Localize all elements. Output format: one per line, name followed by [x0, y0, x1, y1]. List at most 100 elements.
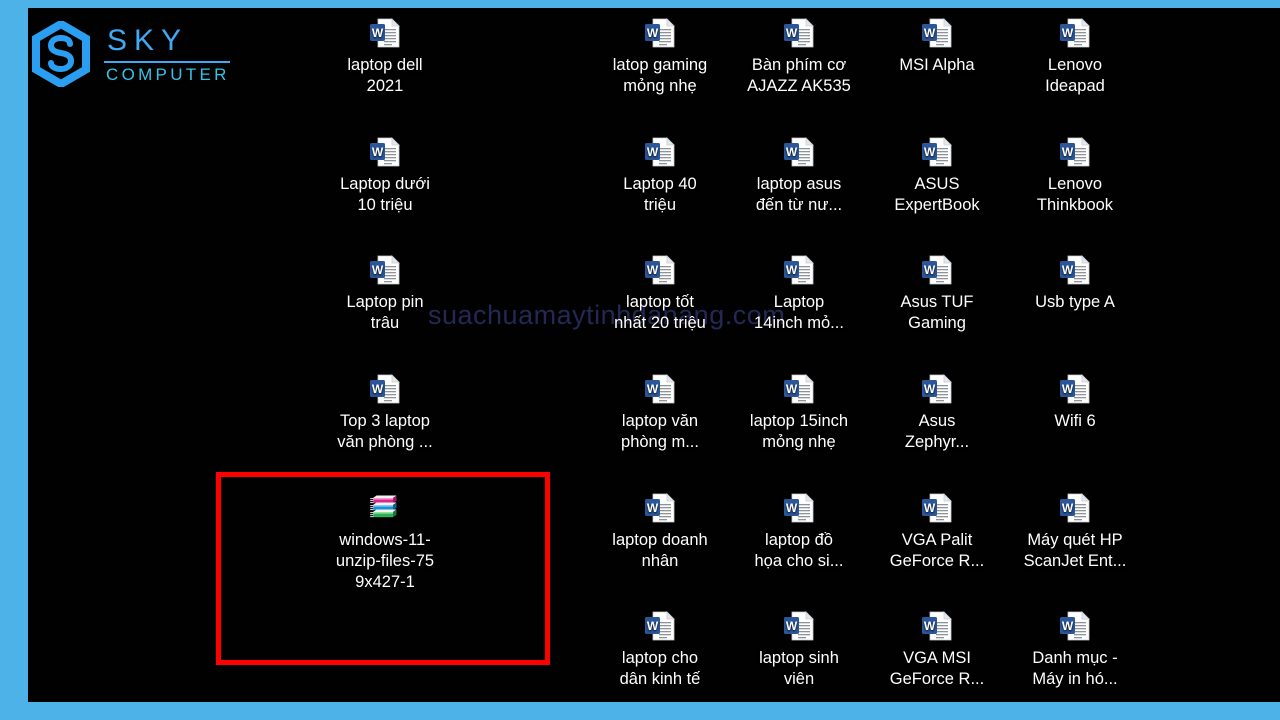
- desktop-icon-label: laptop cho dân kinh tế: [619, 649, 701, 688]
- word-doc-icon: W: [643, 16, 677, 50]
- desktop-icon-asus-tuf-gaming[interactable]: W Asus TUF Gaming: [875, 253, 999, 334]
- desktop-icon-label: laptop đồ họa cho si...: [754, 531, 844, 570]
- word-doc-icon: W: [368, 135, 402, 169]
- svg-text:W: W: [1062, 501, 1074, 515]
- svg-text:W: W: [924, 263, 936, 277]
- desktop-icon-ban-phim-co-ajazz-ak535[interactable]: W Bàn phím cơ AJAZZ AK535: [737, 16, 861, 97]
- desktop-icon-top-3-laptop-van-phong[interactable]: W Top 3 laptop văn phòng ...: [323, 372, 447, 453]
- desktop-icon-laptop-do-hoa-cho-si[interactable]: Wlaptop đồ họa cho si...: [737, 491, 861, 572]
- word-doc-icon: W: [920, 135, 954, 169]
- word-doc-icon: W: [368, 16, 402, 50]
- desktop-icon-msi-alpha[interactable]: W MSI Alpha: [875, 16, 999, 76]
- brand-line-computer: COMPUTER: [106, 64, 230, 84]
- desktop-icon-label: laptop doanh nhân: [612, 531, 708, 570]
- brand-divider: [104, 60, 230, 63]
- desktop-icon-laptop-van-phong-m[interactable]: Wlaptop văn phòng m...: [598, 372, 722, 453]
- desktop-icon-label: Bàn phím cơ AJAZZ AK535: [747, 56, 851, 95]
- desktop-icon-label: Laptop dưới 10 triệu: [340, 175, 430, 214]
- desktop-icon-label: laptop tốt nhất 20 triệu: [614, 293, 706, 332]
- desktop-icon-label: laptop 15inch mỏng nhẹ: [749, 412, 849, 451]
- desktop-icon-laptop-sinh-vien[interactable]: Wlaptop sinh viên: [737, 609, 861, 690]
- word-doc-icon: W: [643, 372, 677, 406]
- svg-text:W: W: [786, 145, 798, 159]
- desktop-icon-usb-type-a[interactable]: W Usb type A: [1013, 253, 1137, 313]
- desktop-icon-laptop-dell-2021[interactable]: Wlaptop dell 2021: [323, 16, 447, 97]
- svg-text:W: W: [647, 26, 659, 40]
- svg-text:W: W: [647, 145, 659, 159]
- desktop-icon-label: Laptop pin trâu: [346, 293, 424, 332]
- desktop-icon-label: laptop văn phòng m...: [621, 412, 699, 451]
- svg-text:W: W: [1062, 26, 1074, 40]
- word-doc-icon: W: [920, 372, 954, 406]
- word-doc-icon: W: [782, 491, 816, 525]
- word-doc-icon: W: [782, 16, 816, 50]
- desktop-icon-label: Top 3 laptop văn phòng ...: [337, 412, 433, 451]
- red-highlight-box: [216, 472, 550, 665]
- svg-text:W: W: [1062, 382, 1074, 396]
- word-doc-icon: W: [1058, 135, 1092, 169]
- desktop-icon-lenovo-thinkbook[interactable]: W Lenovo Thinkbook: [1013, 135, 1137, 216]
- svg-text:W: W: [647, 263, 659, 277]
- svg-text:W: W: [647, 382, 659, 396]
- word-doc-icon: W: [643, 253, 677, 287]
- desktop-icon-asus-expertbook[interactable]: W ASUS ExpertBook: [875, 135, 999, 216]
- windows-desktop[interactable]: SKY COMPUTER suachuamaytinhdanang.com Wl…: [28, 8, 1280, 702]
- desktop-icon-label: ASUS ExpertBook: [894, 175, 980, 214]
- desktop-icon-label: laptop sinh viên: [759, 649, 839, 688]
- desktop-icon-laptop-15inch-mong-nhe[interactable]: Wlaptop 15inch mỏng nhẹ: [737, 372, 861, 453]
- desktop-icon-lenovo-ideapad[interactable]: W Lenovo Ideapad: [1013, 16, 1137, 97]
- word-doc-icon: W: [1058, 253, 1092, 287]
- svg-text:W: W: [786, 382, 798, 396]
- svg-text:W: W: [372, 145, 384, 159]
- desktop-icon-laptop-cho-dan-kinh-te[interactable]: Wlaptop cho dân kinh tế: [598, 609, 722, 690]
- svg-text:W: W: [647, 501, 659, 515]
- word-doc-icon: W: [782, 372, 816, 406]
- desktop-icon-label: Usb type A: [1035, 293, 1115, 311]
- desktop-icon-latop-gaming-mong-nhe[interactable]: Wlatop gaming mỏng nhẹ: [598, 16, 722, 97]
- desktop-icon-wifi-6[interactable]: W Wifi 6: [1013, 372, 1137, 432]
- desktop-icon-label: Asus Zephyr...: [904, 412, 970, 451]
- desktop-icon-vga-palit-geforce-r[interactable]: W VGA Palit GeForce R...: [875, 491, 999, 572]
- svg-text:W: W: [786, 619, 798, 633]
- desktop-icon-laptop-40-trieu[interactable]: W Laptop 40 triệu: [598, 135, 722, 216]
- desktop-icon-danh-muc-may-in-ho[interactable]: W Danh mục - Máy in hó...: [1013, 609, 1137, 690]
- word-doc-icon: W: [920, 253, 954, 287]
- desktop-icon-laptop-doanh-nhan[interactable]: Wlaptop doanh nhân: [598, 491, 722, 572]
- desktop-icon-label: Máy quét HP ScanJet Ent...: [1023, 531, 1127, 570]
- desktop-icon-label: MSI Alpha: [899, 56, 975, 74]
- svg-text:W: W: [924, 382, 936, 396]
- svg-text:W: W: [924, 501, 936, 515]
- svg-text:W: W: [924, 145, 936, 159]
- svg-text:W: W: [1062, 145, 1074, 159]
- desktop-icon-laptop-duoi-10-trieu[interactable]: W Laptop dưới 10 triệu: [323, 135, 447, 216]
- desktop-icon-laptop-asus-den-tu-nu[interactable]: Wlaptop asus đến từ nư...: [737, 135, 861, 216]
- word-doc-icon: W: [920, 491, 954, 525]
- desktop-icon-laptop-tot-nhat-20-trieu[interactable]: Wlaptop tốt nhất 20 triệu: [598, 253, 722, 334]
- desktop-icon-label: VGA MSI GeForce R...: [889, 649, 985, 688]
- desktop-icon-label: laptop dell 2021: [347, 56, 423, 95]
- desktop-icon-laptop-14inch-mo[interactable]: W Laptop 14inch mỏ...: [737, 253, 861, 334]
- desktop-icon-label: VGA Palit GeForce R...: [889, 531, 985, 570]
- desktop-icon-label: Lenovo Thinkbook: [1036, 175, 1114, 214]
- desktop-icon-asus-zephyr[interactable]: W Asus Zephyr...: [875, 372, 999, 453]
- desktop-icon-label: Lenovo Ideapad: [1045, 56, 1105, 95]
- screenshot-frame: SKY COMPUTER suachuamaytinhdanang.com Wl…: [0, 0, 1280, 720]
- word-doc-icon: W: [1058, 609, 1092, 643]
- svg-text:W: W: [372, 26, 384, 40]
- desktop-icon-label: Wifi 6: [1054, 412, 1096, 430]
- word-doc-icon: W: [1058, 372, 1092, 406]
- desktop-icon-may-quet-hp-scanjet-ent[interactable]: W Máy quét HP ScanJet Ent...: [1013, 491, 1137, 572]
- desktop-icon-vga-msi-geforce-r[interactable]: W VGA MSI GeForce R...: [875, 609, 999, 690]
- word-doc-icon: W: [782, 135, 816, 169]
- desktop-icon-label: Laptop 14inch mỏ...: [754, 293, 844, 332]
- word-doc-icon: W: [1058, 16, 1092, 50]
- svg-text:W: W: [1062, 263, 1074, 277]
- svg-text:W: W: [372, 263, 384, 277]
- word-doc-icon: W: [643, 609, 677, 643]
- desktop-icon-laptop-pin-trau[interactable]: W Laptop pin trâu: [323, 253, 447, 334]
- sky-computer-logo: SKY COMPUTER: [28, 14, 268, 94]
- word-doc-icon: W: [782, 253, 816, 287]
- sky-hexagon-s-icon: [28, 21, 94, 87]
- svg-text:W: W: [1062, 619, 1074, 633]
- desktop-icon-label: latop gaming mỏng nhẹ: [612, 56, 708, 95]
